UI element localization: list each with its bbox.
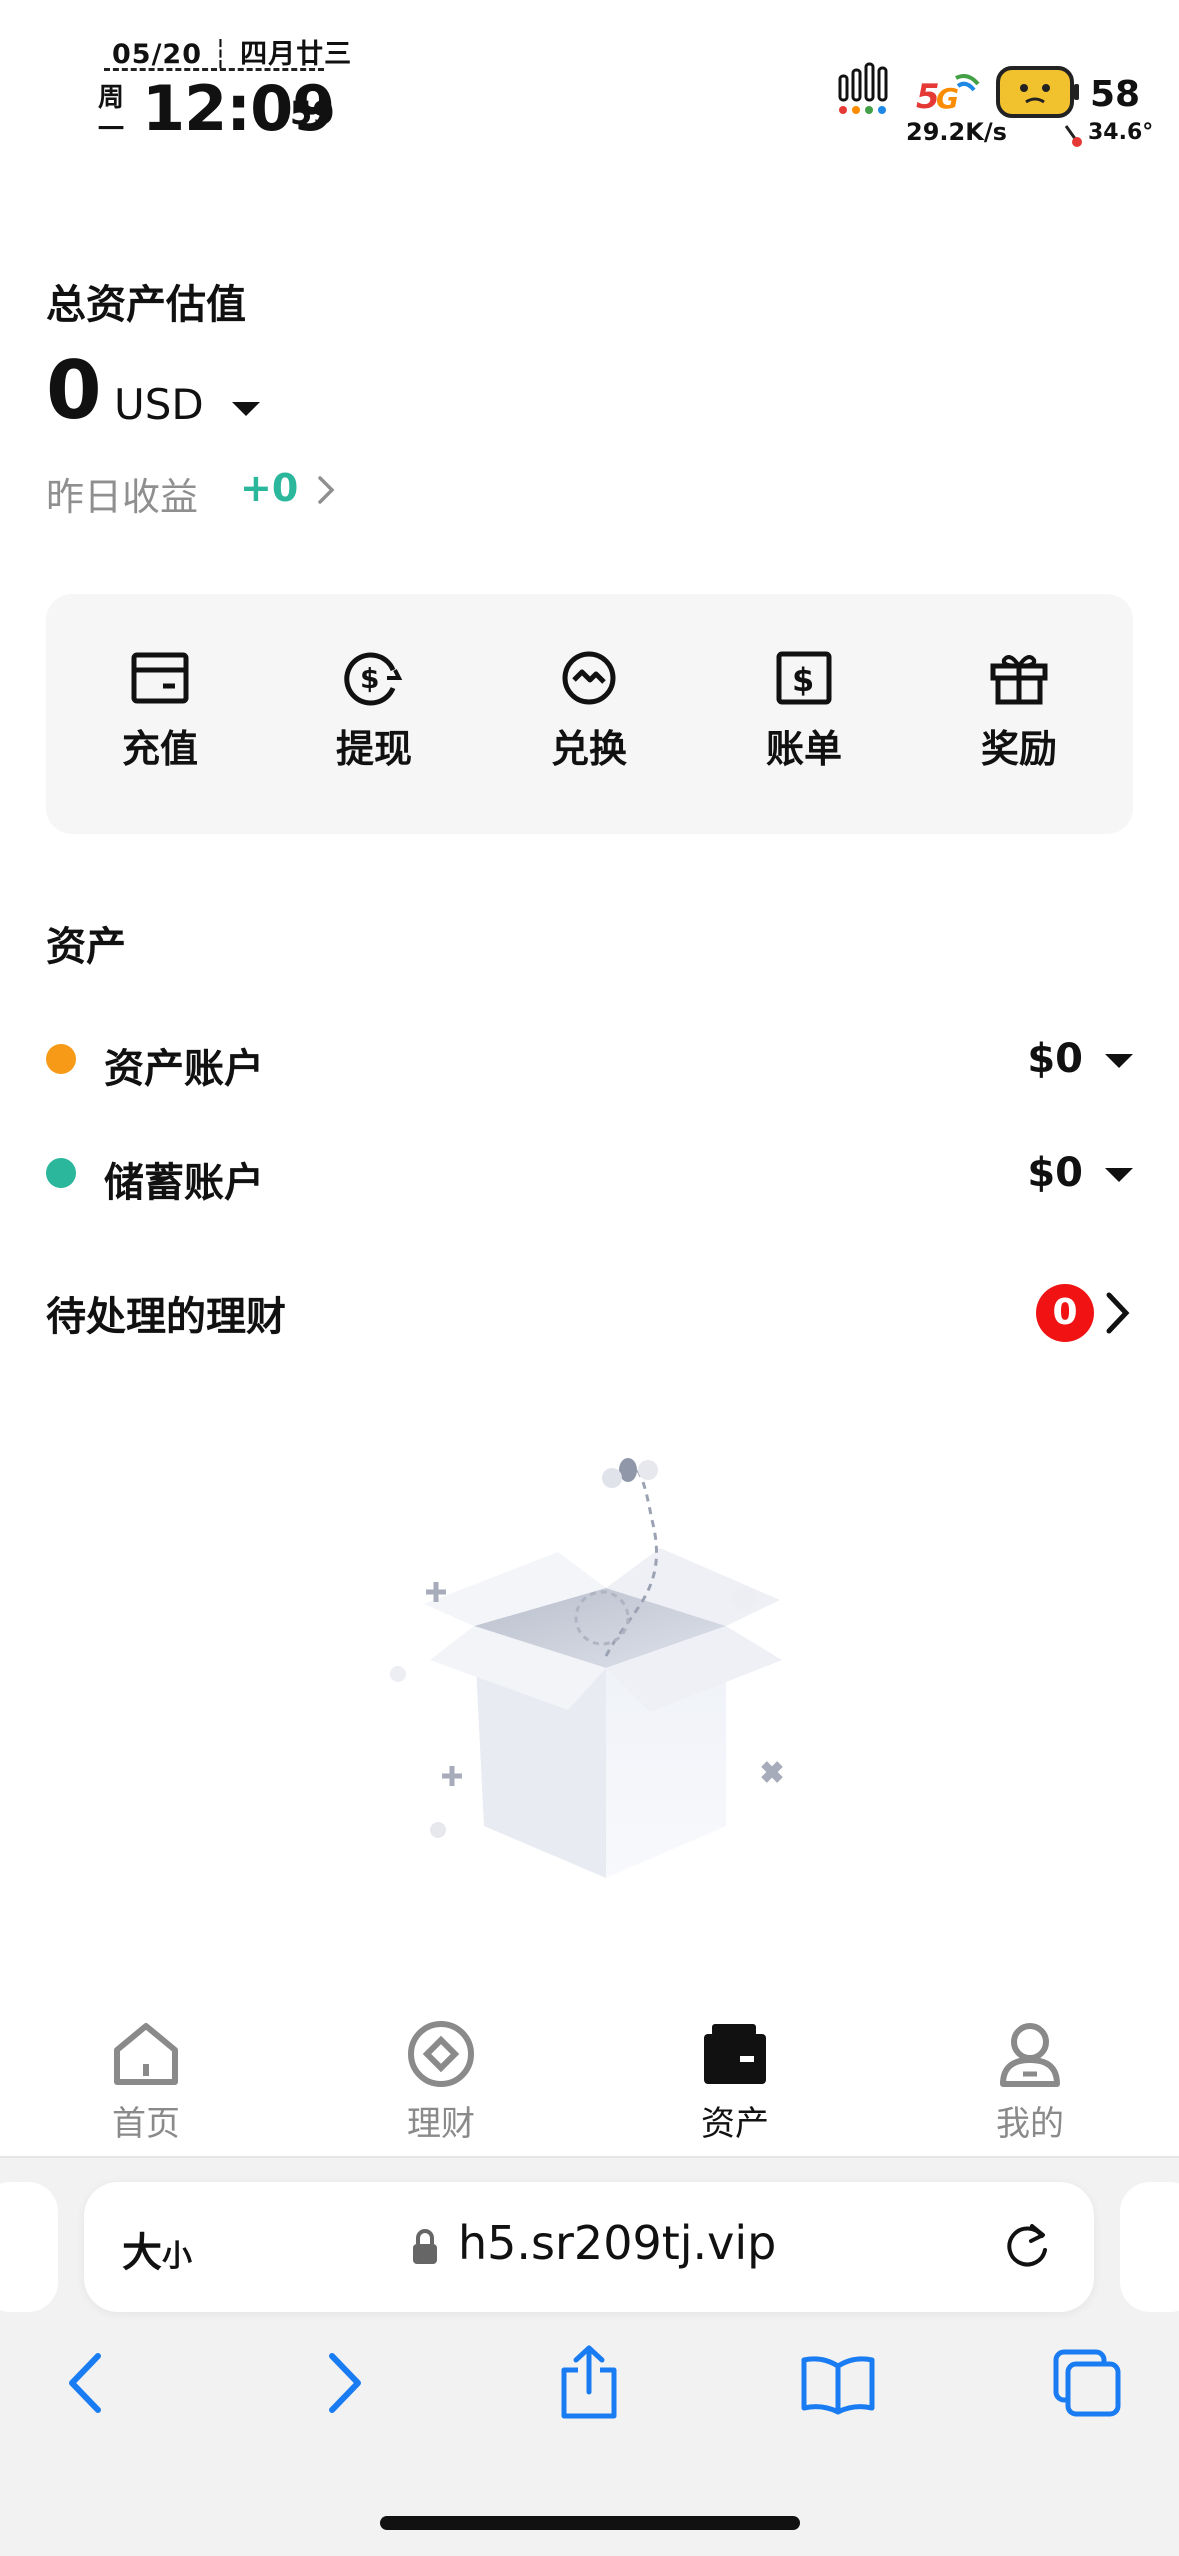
text-size-large: 大 (122, 2230, 162, 2276)
total-assets-value: 0 (46, 344, 102, 437)
caret-down-icon[interactable] (232, 400, 260, 418)
savings-account-dot (46, 1158, 76, 1188)
pending-count-badge: 0 (1036, 1284, 1094, 1342)
asset-account-dot (46, 1044, 76, 1074)
reload-icon[interactable] (1000, 2218, 1054, 2274)
network-5g-icon: 5 G (916, 74, 980, 114)
rewards-label: 奖励 (980, 727, 1057, 771)
exchange-icon (562, 651, 616, 705)
caret-down-icon[interactable] (1105, 1052, 1133, 1070)
chevron-right-icon[interactable] (316, 474, 336, 506)
withdraw-label: 提现 (335, 727, 412, 771)
withdraw-button[interactable]: $ 提现 (304, 650, 444, 773)
savings-account-value: $0 (1027, 1150, 1083, 1196)
wallet-icon (704, 2024, 766, 2084)
tab-home[interactable]: 首页 (66, 2020, 226, 2145)
exchange-button[interactable]: 兑换 (519, 650, 659, 773)
tab-assets[interactable]: 资产 (655, 2020, 815, 2145)
deposit-label: 充值 (121, 727, 198, 771)
bill-label: 账单 (765, 727, 842, 771)
home-icon (114, 2023, 178, 2085)
tab-profile-label: 我的 (996, 2104, 1064, 2144)
quick-actions-card: 充值 $ 提现 兑换 $ 账单 奖励 (46, 594, 1133, 834)
tab-profile[interactable]: 我的 (950, 2020, 1110, 2145)
svg-text:G: G (936, 82, 959, 114)
deposit-button[interactable]: 充值 (90, 650, 230, 773)
status-weekday: 周一 (98, 83, 125, 145)
deposit-icon (131, 652, 189, 704)
back-arrow-icon[interactable] (62, 2350, 112, 2416)
share-icon[interactable] (556, 2344, 622, 2420)
finance-icon (408, 2021, 474, 2087)
empty-box-illustration (390, 1458, 783, 1878)
bottom-tab-bar: 首页 理财 资产 我的 (0, 2000, 1179, 2158)
previous-tab-preview[interactable] (0, 2182, 58, 2312)
asset-account-row[interactable]: 资产账户 $0 (46, 1024, 1133, 1094)
assets-section-title: 资产 (46, 924, 126, 970)
asset-account-label: 资产账户 (104, 1046, 264, 1092)
svg-text:$: $ (792, 661, 814, 699)
text-size-button[interactable]: 大小 (122, 2220, 192, 2278)
tab-finance[interactable]: 理财 (361, 2020, 521, 2145)
tab-assets-label: 资产 (701, 2104, 769, 2144)
chevron-right-icon[interactable] (1104, 1290, 1132, 1336)
status-bar: 05/20 ┆ 四月廿三 周一 12:09 59 5 G 29.2K/s 58 … (0, 0, 1179, 160)
forward-arrow-icon[interactable] (318, 2350, 368, 2416)
network-speed: 29.2K/s (906, 118, 1007, 146)
signal-icon (838, 62, 888, 114)
bookmarks-icon[interactable] (800, 2354, 876, 2416)
savings-account-label: 储蓄账户 (104, 1160, 264, 1206)
svg-text:$: $ (360, 662, 379, 695)
rewards-button[interactable]: 奖励 (949, 650, 1089, 773)
bill-icon: $ (776, 651, 832, 705)
yesterday-earnings-value[interactable]: +0 (240, 466, 298, 510)
savings-account-row[interactable]: 储蓄账户 $0 (46, 1138, 1133, 1208)
battery-level: 58 (1090, 74, 1141, 115)
url-text[interactable]: h5.sr209tj.vip (458, 2216, 776, 2270)
status-date-divider (104, 68, 324, 71)
lock-icon (413, 2229, 437, 2264)
next-tab-preview[interactable] (1120, 2182, 1179, 2312)
tab-home-label: 首页 (112, 2104, 180, 2144)
total-assets-title: 总资产估值 (46, 282, 246, 328)
currency-selector[interactable]: USD (114, 380, 204, 429)
status-seconds: 59 (290, 94, 335, 132)
status-date: 05/20 ┆ 四月廿三 (112, 39, 353, 70)
gift-icon (990, 655, 1048, 705)
address-bar[interactable]: 大小 h5.sr209tj.vip (84, 2182, 1094, 2312)
pending-finance-title[interactable]: 待处理的理财 (46, 1284, 286, 1342)
battery-icon (996, 66, 1079, 118)
tabs-icon[interactable] (1052, 2348, 1122, 2418)
text-size-small: 小 (162, 2239, 192, 2274)
thermometer-icon (1064, 125, 1082, 147)
bill-button[interactable]: $ 账单 (734, 650, 874, 773)
home-indicator[interactable] (380, 2516, 800, 2530)
profile-icon (1000, 2023, 1060, 2087)
exchange-label: 兑换 (550, 727, 627, 771)
caret-down-icon[interactable] (1105, 1166, 1133, 1184)
yesterday-earnings-label: 昨日收益 (46, 475, 199, 519)
asset-account-value: $0 (1027, 1036, 1083, 1082)
tab-finance-label: 理财 (407, 2104, 475, 2144)
device-temperature: 34.6° (1088, 120, 1154, 145)
withdraw-icon: $ (344, 652, 403, 706)
